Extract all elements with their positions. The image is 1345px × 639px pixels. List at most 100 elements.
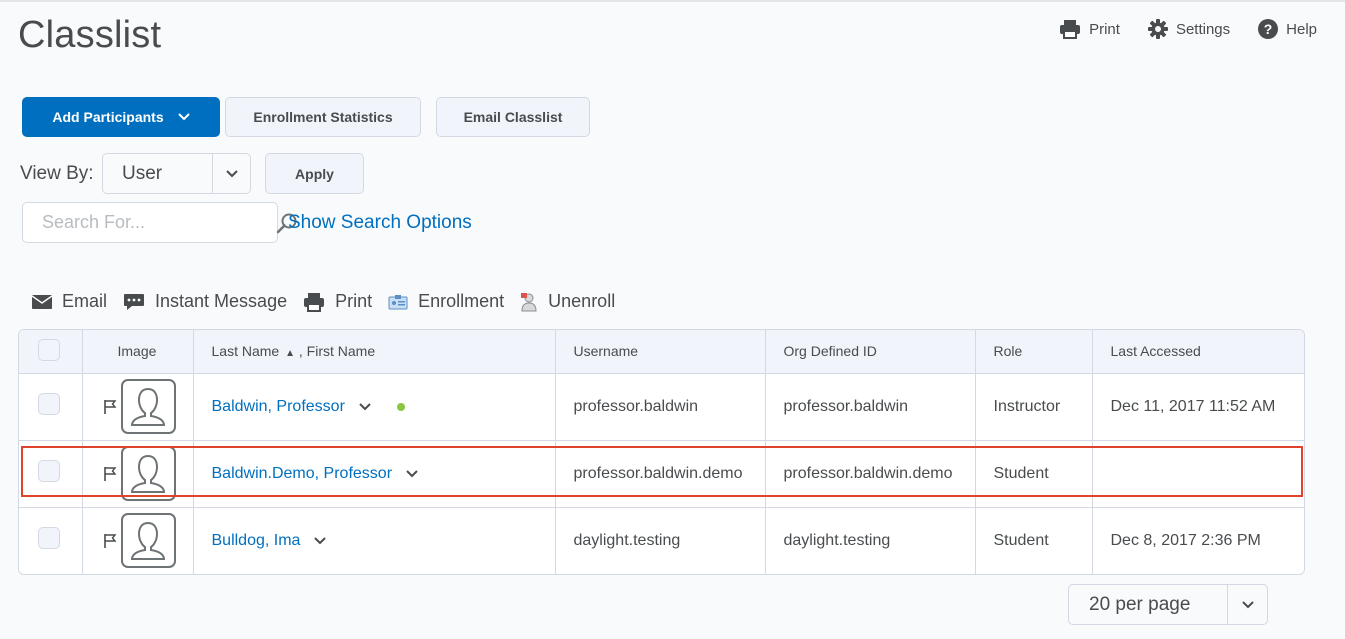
svg-text:?: ? [1264,21,1273,37]
role-cell: Instructor [975,373,1093,441]
name-cell: Baldwin, Professor [193,373,556,441]
gear-icon [1147,19,1168,39]
chevron-down-icon [1241,600,1254,608]
last-accessed-cell [1092,440,1304,508]
row-select-cell [19,440,83,508]
add-participants-label: Add Participants [52,109,164,125]
add-participants-button[interactable]: Add Participants [22,97,220,137]
table-header-row: Image Last Name ▲ , First Name Username … [19,330,1304,374]
printer-icon [304,292,325,312]
view-by-select[interactable]: User [102,153,251,194]
page-title: Classlist [18,14,162,56]
settings-label: Settings [1175,20,1231,38]
image-cell [82,507,194,574]
org-id-cell: professor.baldwin.demo [765,440,976,508]
chevron-down-icon [177,113,190,121]
header-org-id[interactable]: Org Defined ID [765,330,976,374]
print-link[interactable]: Print [1059,19,1120,39]
enrollment-icon [388,294,408,309]
row-checkbox[interactable] [38,393,60,415]
chevron-down-icon[interactable] [359,402,371,411]
per-page-value: 20 per page [1089,593,1191,615]
last-accessed-cell: Dec 8, 2017 2:36 PM [1092,507,1304,574]
user-silhouette-icon [130,521,166,560]
row-select-cell [19,373,83,441]
select-arrow [1227,585,1267,624]
avatar [120,446,176,501]
email-action[interactable]: Email [32,291,107,312]
search-input[interactable] [23,203,276,242]
select-all-checkbox[interactable] [38,338,60,361]
name-cell: Baldwin.Demo, Professor [193,440,556,508]
chevron-down-icon [225,169,238,177]
print-action[interactable]: Print [303,291,372,312]
unenroll-action[interactable]: Unenroll [520,291,615,312]
help-link[interactable]: ? Help [1258,19,1317,39]
user-silhouette-icon [130,387,166,426]
last-accessed-cell: Dec 11, 2017 11:52 AM [1092,373,1304,441]
sort-ascending-icon[interactable]: ▲ [285,348,295,359]
unenroll-action-label: Unenroll [548,291,616,311]
enrollment-statistics-button[interactable]: Enrollment Statistics [225,97,421,137]
email-classlist-button[interactable]: Email Classlist [436,97,590,137]
name-cell: Bulldog, Ima [193,507,556,574]
top-divider [0,0,1345,2]
header-username[interactable]: Username [555,330,766,374]
row-checkbox[interactable] [38,527,60,550]
chat-icon [124,293,145,310]
search-box [22,202,297,243]
header-name: Last Name ▲ , First Name [193,330,556,374]
org-id-cell: professor.baldwin [765,373,976,441]
instant-message-label: Instant Message [155,291,288,311]
enrollment-action-label: Enrollment [418,291,505,311]
actions-bar: Email Instant Message Print Enrollment U… [32,291,615,312]
select-arrow [212,154,250,193]
user-name-link[interactable]: Baldwin, Professor [212,398,345,416]
chevron-down-icon[interactable] [314,537,327,545]
row-select-cell [19,507,83,574]
flag-icon[interactable] [103,399,117,415]
user-name-link[interactable]: Bulldog, Ima [212,532,301,550]
header-last-name[interactable]: Last Name [212,343,280,359]
header-image: Image [82,330,194,374]
apply-button[interactable]: Apply [265,153,364,194]
top-actions: Print Settings ? Help [1059,19,1317,39]
role-cell: Student [975,507,1093,574]
table-row: Baldwin.Demo, Professor professor.baldwi… [19,440,1304,508]
online-status-dot [396,402,405,411]
per-page-select[interactable]: 20 per page [1068,584,1268,625]
unenroll-icon [521,292,537,311]
org-id-cell: daylight.testing [765,507,976,574]
flag-icon[interactable] [103,533,117,549]
chevron-down-icon[interactable] [406,469,418,478]
header-first-name[interactable]: , First Name [299,343,375,359]
avatar [120,513,176,569]
header-last-accessed[interactable]: Last Accessed [1092,330,1304,374]
help-icon: ? [1258,19,1279,39]
envelope-icon [32,294,52,309]
username-cell: daylight.testing [555,507,766,574]
image-cell [82,440,194,508]
header-role[interactable]: Role [975,330,1093,374]
avatar [120,379,176,434]
view-by-label: View By: [20,163,94,184]
username-cell: professor.baldwin [555,373,766,441]
show-search-options-link[interactable]: Show Search Options [288,212,472,234]
table-row: Baldwin, Professor professor.baldwin pro… [19,373,1304,441]
row-checkbox[interactable] [38,460,60,482]
print-label: Print [1089,20,1120,38]
username-cell: professor.baldwin.demo [555,440,766,508]
enrollment-action[interactable]: Enrollment [388,291,504,312]
help-label: Help [1286,20,1317,38]
user-silhouette-icon [130,454,166,493]
select-all-cell [19,330,83,374]
email-action-label: Email [62,291,108,311]
instant-message-action[interactable]: Instant Message [123,291,287,312]
table-row: Bulldog, Ima daylight.testing daylight.t… [19,507,1304,574]
user-name-link[interactable]: Baldwin.Demo, Professor [212,465,393,483]
print-action-label: Print [335,291,373,311]
view-by-value: User [122,162,163,184]
printer-icon [1060,20,1081,39]
flag-icon[interactable] [103,466,117,482]
settings-link[interactable]: Settings [1147,19,1231,39]
